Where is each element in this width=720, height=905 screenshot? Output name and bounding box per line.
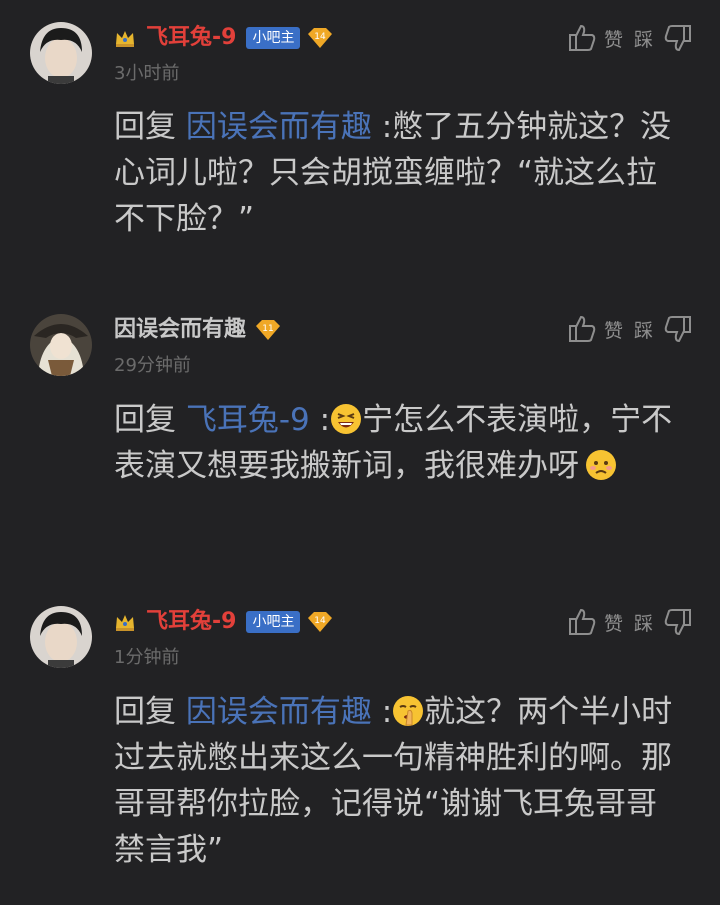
reply-prefix: 回复 [114,694,176,730]
like-label[interactable]: 赞 [604,609,624,636]
reply-prefix: 回复 [114,402,176,438]
level-badge-icon: 14 [306,610,334,634]
comment-header: 飞耳兔-9 小吧主 14 [114,607,334,637]
dislike-label[interactable]: 踩 [634,316,654,343]
vote-actions: 赞 踩 [568,606,692,638]
reply-prefix: 回复 [114,109,176,145]
svg-text:14: 14 [315,616,327,626]
dislike-label[interactable]: 踩 [634,25,654,52]
avatar[interactable] [30,314,92,376]
crown-icon [114,612,136,632]
comment-header: 飞耳兔-9 小吧主 14 [114,23,334,53]
level-badge-icon: 14 [306,26,334,50]
worried-emoji [585,448,617,480]
avatar[interactable] [30,22,92,84]
username[interactable]: 飞耳兔-9 [146,23,236,53]
reply-to-user[interactable]: 因误会而有趣 [186,694,372,730]
avatar[interactable] [30,606,92,668]
comment-header: 因误会而有趣 11 [114,315,282,345]
thumbs-up-icon[interactable] [568,314,596,344]
dislike-label[interactable]: 踩 [634,609,654,636]
thumbs-up-icon[interactable] [568,607,596,637]
thumbs-down-icon[interactable] [664,314,692,344]
shushing-emoji [392,694,424,726]
thumbs-down-icon[interactable] [664,607,692,637]
like-label[interactable]: 赞 [604,25,624,52]
svg-text:11: 11 [262,324,273,334]
comment-text: 回复 飞耳兔-9 : 宁怎么不表演啦，宁不表演又想要我搬新词，我很难办呀 [114,402,673,484]
like-label[interactable]: 赞 [604,316,624,343]
username[interactable]: 因误会而有趣 [114,315,246,345]
crown-icon [114,28,136,48]
vote-actions: 赞 踩 [568,313,692,345]
vote-actions: 赞 踩 [568,22,692,54]
comment-text: 回复 因误会而有趣 : 就这？两个半小时过去就憋出来这么一句精神胜利的啊。那哥哥帮… [114,694,673,868]
reply-to-user[interactable]: 飞耳兔-9 [186,402,310,438]
username[interactable]: 飞耳兔-9 [146,607,236,637]
thumbs-up-icon[interactable] [568,23,596,53]
grinning-squint-emoji [330,402,362,434]
reply-to-user[interactable]: 因误会而有趣 [186,109,372,145]
level-badge-icon: 11 [254,318,282,342]
comment-text: 回复 因误会而有趣 :憋了五分钟就这？没心词儿啦？只会胡搅蛮缠啦？“就这么拉不下… [114,109,672,237]
role-badge: 小吧主 [246,27,301,49]
svg-text:14: 14 [315,32,327,42]
comment-time: 1分钟前 [114,647,180,668]
role-badge: 小吧主 [246,611,301,633]
thumbs-down-icon[interactable] [664,23,692,53]
comment-time: 3小时前 [114,63,180,84]
comment-time: 29分钟前 [114,355,191,376]
